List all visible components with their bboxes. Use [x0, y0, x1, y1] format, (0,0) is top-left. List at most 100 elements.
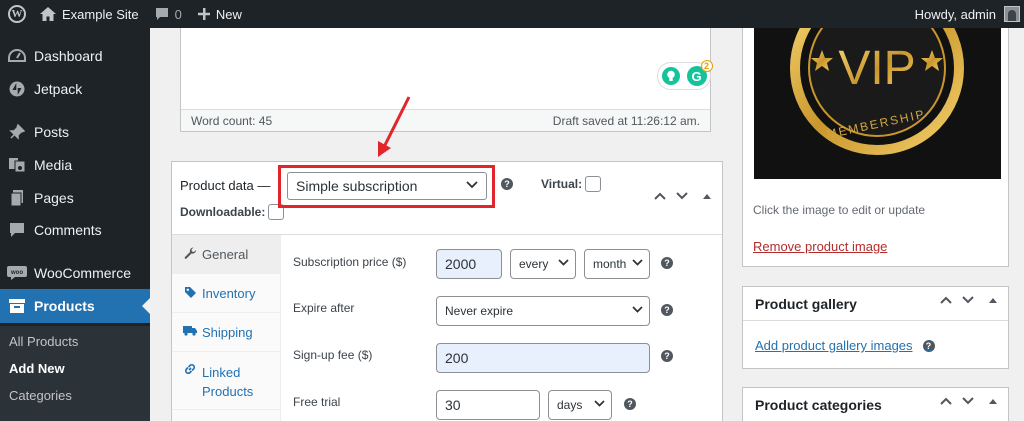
- vip-membership-image: VIP MEMBERSHIP: [754, 28, 1001, 179]
- help-icon[interactable]: ?: [624, 398, 636, 410]
- products-submenu: All Products Add New Categories: [0, 326, 150, 421]
- free-trial-input[interactable]: 30: [436, 390, 540, 420]
- tab-general[interactable]: General: [172, 235, 281, 274]
- media-icon: [0, 157, 34, 173]
- submenu-all-products[interactable]: All Products: [9, 334, 78, 349]
- link-icon: [182, 363, 198, 375]
- menu-item-dashboard[interactable]: Dashboard: [0, 39, 150, 73]
- tab-label: General: [202, 247, 249, 262]
- signup-fee-label: Sign-up fee ($): [293, 348, 373, 362]
- billing-interval-select[interactable]: every: [510, 249, 576, 279]
- tab-label: Inventory: [202, 286, 256, 301]
- panel-controls: [940, 296, 998, 304]
- chevron-down-icon[interactable]: [962, 397, 974, 405]
- menu-item-posts[interactable]: Posts: [0, 115, 150, 149]
- collapse-toggle-icon[interactable]: [988, 397, 998, 405]
- svg-text:woo: woo: [10, 270, 23, 276]
- collapse-toggle-icon[interactable]: [702, 192, 712, 200]
- chevron-up-icon[interactable]: [940, 397, 952, 405]
- comments-link[interactable]: 0: [147, 0, 190, 28]
- tab-label: Linked Products: [202, 363, 253, 401]
- draft-saved-status: Draft saved at 11:26:12 am.: [552, 113, 700, 128]
- free-trial-label: Free trial: [293, 395, 341, 409]
- menu-item-comments[interactable]: Comments: [0, 213, 150, 247]
- help-icon[interactable]: ?: [661, 350, 673, 362]
- collapse-toggle-icon[interactable]: [988, 296, 998, 304]
- menu-item-media[interactable]: Media: [0, 148, 150, 182]
- menu-item-jetpack[interactable]: Jetpack: [0, 72, 150, 106]
- downloadable-checkbox-label[interactable]: Downloadable:: [180, 204, 285, 220]
- menu-label: Products: [34, 298, 95, 314]
- wordpress-logo-button[interactable]: W: [2, 0, 32, 28]
- jetpack-icon: [0, 81, 34, 97]
- wordpress-icon: W: [8, 5, 26, 23]
- menu-item-products[interactable]: Products: [0, 289, 150, 323]
- tab-label: Shipping: [202, 325, 253, 340]
- chevron-down-icon[interactable]: [962, 296, 974, 304]
- menu-label: Posts: [34, 124, 70, 140]
- product-categories-box: Product categories: [742, 387, 1009, 421]
- remove-product-image-link[interactable]: Remove product image: [753, 239, 887, 254]
- subscription-price-input[interactable]: 2000: [436, 249, 502, 279]
- add-gallery-images-link[interactable]: Add product gallery images ?: [755, 338, 935, 353]
- wrench-icon: [182, 247, 198, 260]
- comments-icon: [0, 222, 34, 238]
- vip-text: VIP: [838, 42, 915, 95]
- admin-menu: Dashboard Jetpack Posts Media Pages Comm…: [0, 28, 150, 421]
- expire-after-label: Expire after: [293, 301, 355, 315]
- billing-period-select[interactable]: month: [584, 249, 650, 279]
- product-image[interactable]: VIP MEMBERSHIP: [754, 28, 1001, 179]
- virtual-checkbox-label[interactable]: Virtual:: [541, 176, 602, 192]
- expire-after-select[interactable]: Never expire: [436, 296, 650, 326]
- word-count: Word count: 45: [191, 113, 273, 128]
- help-icon[interactable]: ?: [661, 257, 673, 269]
- virtual-label: Virtual:: [541, 177, 583, 191]
- chevron-down-icon: [558, 259, 569, 266]
- product-gallery-box: Product gallery Add product gallery imag…: [742, 286, 1009, 369]
- panel-controls: [654, 192, 712, 200]
- comment-bubble-icon: [155, 7, 169, 21]
- new-content-button[interactable]: New: [190, 0, 250, 28]
- chevron-up-icon[interactable]: [940, 296, 952, 304]
- signup-fee-input[interactable]: 200: [436, 343, 650, 373]
- product-gallery-header: Product gallery: [743, 287, 1008, 321]
- content-editor[interactable]: G 2 Word count: 45 Draft saved at 11:26:…: [180, 28, 713, 132]
- add-gallery-images-text: Add product gallery images: [755, 338, 913, 353]
- grammarly-badge: 2: [700, 60, 713, 72]
- product-categories-title: Product categories: [755, 397, 882, 413]
- chevron-down-icon: [632, 306, 643, 313]
- product-data-title: Product data —: [180, 178, 271, 193]
- grammarly-widget[interactable]: G 2: [657, 60, 713, 90]
- lightbulb-icon[interactable]: [661, 67, 680, 85]
- menu-label: Media: [34, 157, 73, 173]
- chevron-down-icon[interactable]: [676, 192, 688, 200]
- product-categories-header: Product categories: [743, 388, 1008, 421]
- grammarly-icon[interactable]: G 2: [686, 60, 713, 86]
- help-icon[interactable]: ?: [501, 178, 513, 190]
- site-name: Example Site: [62, 6, 139, 22]
- image-note: Click the image to edit or update: [753, 203, 926, 217]
- menu-label: Jetpack: [34, 81, 83, 97]
- menu-item-woocommerce[interactable]: woo WooCommerce: [0, 256, 150, 290]
- chevron-up-icon[interactable]: [654, 192, 666, 200]
- panel-controls: [940, 397, 998, 405]
- submenu-add-new[interactable]: Add New: [9, 361, 65, 376]
- tab-inventory[interactable]: Inventory: [172, 274, 281, 313]
- help-icon[interactable]: ?: [661, 304, 673, 316]
- free-trial-period-select[interactable]: days: [548, 390, 612, 420]
- tab-linked-products[interactable]: Linked Products: [172, 352, 281, 410]
- tab-shipping[interactable]: Shipping: [172, 313, 281, 352]
- editor-status-bar: Word count: 45 Draft saved at 11:26:12 a…: [181, 109, 710, 131]
- woo-icon: woo: [0, 266, 34, 280]
- pin-icon: [0, 124, 34, 140]
- my-account-link[interactable]: Howdy, admin: [907, 0, 1022, 28]
- dashboard-icon: [0, 49, 34, 63]
- submenu-categories[interactable]: Categories: [9, 388, 72, 403]
- truck-icon: [182, 325, 198, 336]
- help-icon[interactable]: ?: [922, 339, 935, 352]
- archive-icon: [0, 299, 34, 313]
- site-name-link[interactable]: Example Site: [32, 0, 147, 28]
- tab-label-line2: Products: [202, 384, 254, 399]
- virtual-checkbox[interactable]: [585, 176, 602, 192]
- menu-item-pages[interactable]: Pages: [0, 181, 150, 215]
